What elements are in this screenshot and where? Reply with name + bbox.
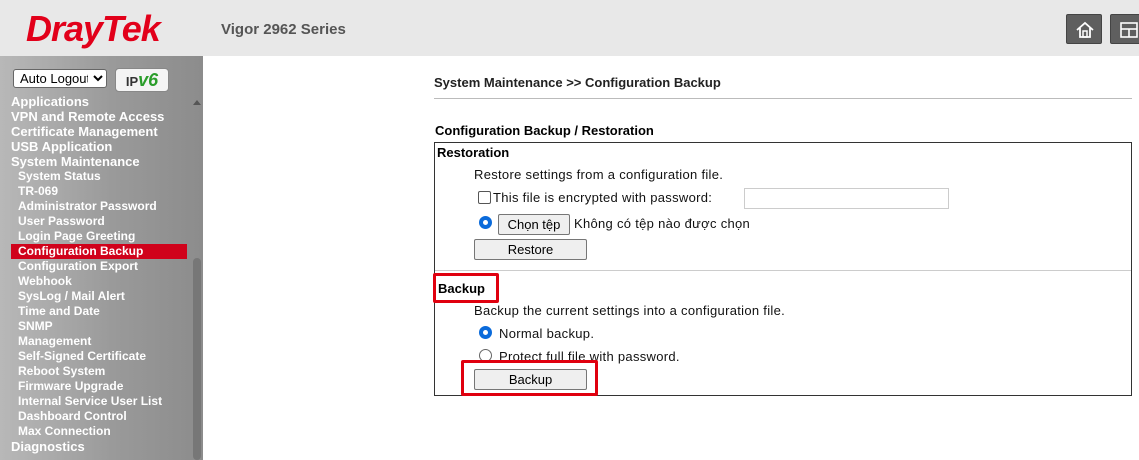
sidebar-item-webhook[interactable]: Webhook	[0, 274, 190, 289]
sidebar-item-syslog-mail-alert[interactable]: SysLog / Mail Alert	[0, 289, 190, 304]
restoration-heading: Restoration	[437, 145, 510, 160]
sidebar-menu: Applications VPN and Remote Access Certifi…	[0, 94, 190, 454]
model-name: Vigor 2962 Series	[221, 21, 346, 38]
section-title: Configuration Backup / Restoration	[435, 123, 654, 138]
scrollbar-thumb[interactable]	[193, 258, 201, 460]
encrypted-checkbox[interactable]	[478, 191, 491, 204]
sidebar-item-firmware-upgrade[interactable]: Firmware Upgrade	[0, 379, 190, 394]
section-divider	[435, 270, 1131, 271]
sidebar-item-applications[interactable]: Applications	[0, 94, 190, 109]
restoration-description: Restore settings from a configuration fi…	[474, 167, 724, 182]
breadcrumb: System Maintenance >> Configuration Back…	[434, 75, 721, 90]
home-icon	[1076, 21, 1094, 38]
sidebar-item-diagnostics[interactable]: Diagnostics	[0, 439, 190, 454]
sidebar-item-configuration-backup[interactable]: Configuration Backup	[11, 244, 187, 259]
backup-heading-highlight	[433, 273, 499, 303]
sidebar-item-time-and-date[interactable]: Time and Date	[0, 304, 190, 319]
draytek-logo[interactable]: DrayTek	[26, 8, 161, 50]
normal-backup-radio[interactable]	[479, 326, 492, 339]
layout-icon	[1120, 22, 1138, 38]
no-file-text: Không có tệp nào được chọn	[574, 216, 751, 231]
sidebar-item-login-page-greeting[interactable]: Login Page Greeting	[0, 229, 190, 244]
sidebar-item-certificate-management[interactable]: Certificate Management	[0, 124, 190, 139]
encrypted-label: This file is encrypted with password:	[493, 190, 713, 205]
choose-file-button[interactable]: Chọn tệp	[498, 214, 570, 235]
sidebar-item-administrator-password[interactable]: Administrator Password	[0, 199, 190, 214]
sidebar-item-vpn-and-remote-access[interactable]: VPN and Remote Access	[0, 109, 190, 124]
sidebar-item-internal-service-user-list[interactable]: Internal Service User List	[0, 394, 190, 409]
restore-password-input[interactable]	[744, 188, 949, 209]
sidebar-item-self-signed-certificate[interactable]: Self-Signed Certificate	[0, 349, 190, 364]
sidebar-item-configuration-export[interactable]: Configuration Export	[0, 259, 190, 274]
sidebar-item-management[interactable]: Management	[0, 334, 190, 349]
sidebar-item-max-connection[interactable]: Max Connection	[0, 424, 190, 439]
layout-button[interactable]	[1110, 14, 1139, 44]
header: DrayTek Vigor 2962 Series	[0, 0, 1139, 56]
sidebar: Auto Logout IPv6 Applications VPN and Rem…	[0, 56, 203, 460]
normal-backup-label: Normal backup.	[499, 326, 595, 341]
restore-button[interactable]: Restore	[474, 239, 587, 260]
sidebar-item-dashboard-control[interactable]: Dashboard Control	[0, 409, 190, 424]
scroll-up-arrow-icon[interactable]	[193, 100, 201, 105]
auto-logout-select[interactable]: Auto Logout	[13, 69, 107, 88]
sidebar-item-system-status[interactable]: System Status	[0, 169, 190, 184]
sidebar-item-tr-069[interactable]: TR-069	[0, 184, 190, 199]
sidebar-item-reboot-system[interactable]: Reboot System	[0, 364, 190, 379]
sidebar-item-system-maintenance[interactable]: System Maintenance	[0, 154, 190, 169]
ipv6-button[interactable]: IPv6	[115, 68, 169, 92]
backup-description: Backup the current settings into a confi…	[474, 303, 786, 318]
ipv6-label: IPv6	[125, 70, 159, 90]
sidebar-item-user-password[interactable]: User Password	[0, 214, 190, 229]
divider	[434, 98, 1132, 99]
sidebar-item-snmp[interactable]: SNMP	[0, 319, 190, 334]
sidebar-item-usb-application[interactable]: USB Application	[0, 139, 190, 154]
home-button[interactable]	[1066, 14, 1102, 44]
backup-button-highlight	[461, 360, 598, 396]
restore-file-radio[interactable]	[479, 216, 492, 229]
